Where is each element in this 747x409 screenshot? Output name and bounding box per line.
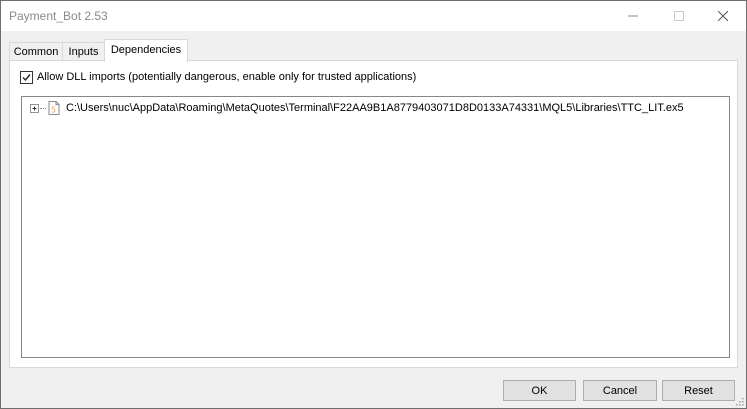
tab-dependencies[interactable]: Dependencies bbox=[104, 39, 188, 62]
resize-grip-icon[interactable] bbox=[734, 396, 744, 406]
allow-dll-checkbox[interactable] bbox=[20, 70, 33, 84]
tree-connector bbox=[40, 107, 46, 109]
reset-button[interactable]: Reset bbox=[662, 380, 735, 401]
mql5-file-icon: 5 bbox=[48, 101, 60, 115]
close-icon bbox=[718, 11, 728, 21]
allow-dll-row[interactable]: Allow DLL imports (potentially dangerous… bbox=[20, 70, 416, 84]
dependencies-panel: Allow DLL imports (potentially dangerous… bbox=[9, 60, 738, 368]
tab-common[interactable]: Common bbox=[9, 42, 63, 61]
tree-item[interactable]: 5 C:\Users\nuc\AppData\Roaming\MetaQuote… bbox=[30, 100, 684, 116]
expand-node-button[interactable] bbox=[30, 103, 39, 113]
plus-icon bbox=[32, 106, 37, 110]
tab-inputs[interactable]: Inputs bbox=[62, 42, 105, 61]
checkmark-icon bbox=[22, 73, 31, 81]
dialog-window: Payment_Bot 2.53 Common Inputs Dependenc… bbox=[0, 0, 747, 409]
maximize-button[interactable] bbox=[656, 1, 702, 31]
window-title: Payment_Bot 2.53 bbox=[9, 9, 108, 23]
cancel-button[interactable]: Cancel bbox=[583, 380, 657, 401]
maximize-icon bbox=[674, 11, 684, 21]
title-bar[interactable]: Payment_Bot 2.53 bbox=[1, 1, 746, 31]
dialog-content: Common Inputs Dependencies Allow DLL imp… bbox=[1, 31, 746, 408]
close-button[interactable] bbox=[700, 1, 746, 31]
tree-item-label: C:\Users\nuc\AppData\Roaming\MetaQuotes\… bbox=[66, 102, 684, 114]
minimize-icon bbox=[628, 15, 638, 17]
ok-button[interactable]: OK bbox=[503, 380, 576, 401]
minimize-button[interactable] bbox=[610, 1, 656, 31]
allow-dll-label: Allow DLL imports (potentially dangerous… bbox=[37, 71, 417, 83]
dependencies-tree[interactable]: 5 C:\Users\nuc\AppData\Roaming\MetaQuote… bbox=[21, 96, 730, 358]
svg-text:5: 5 bbox=[51, 106, 56, 115]
